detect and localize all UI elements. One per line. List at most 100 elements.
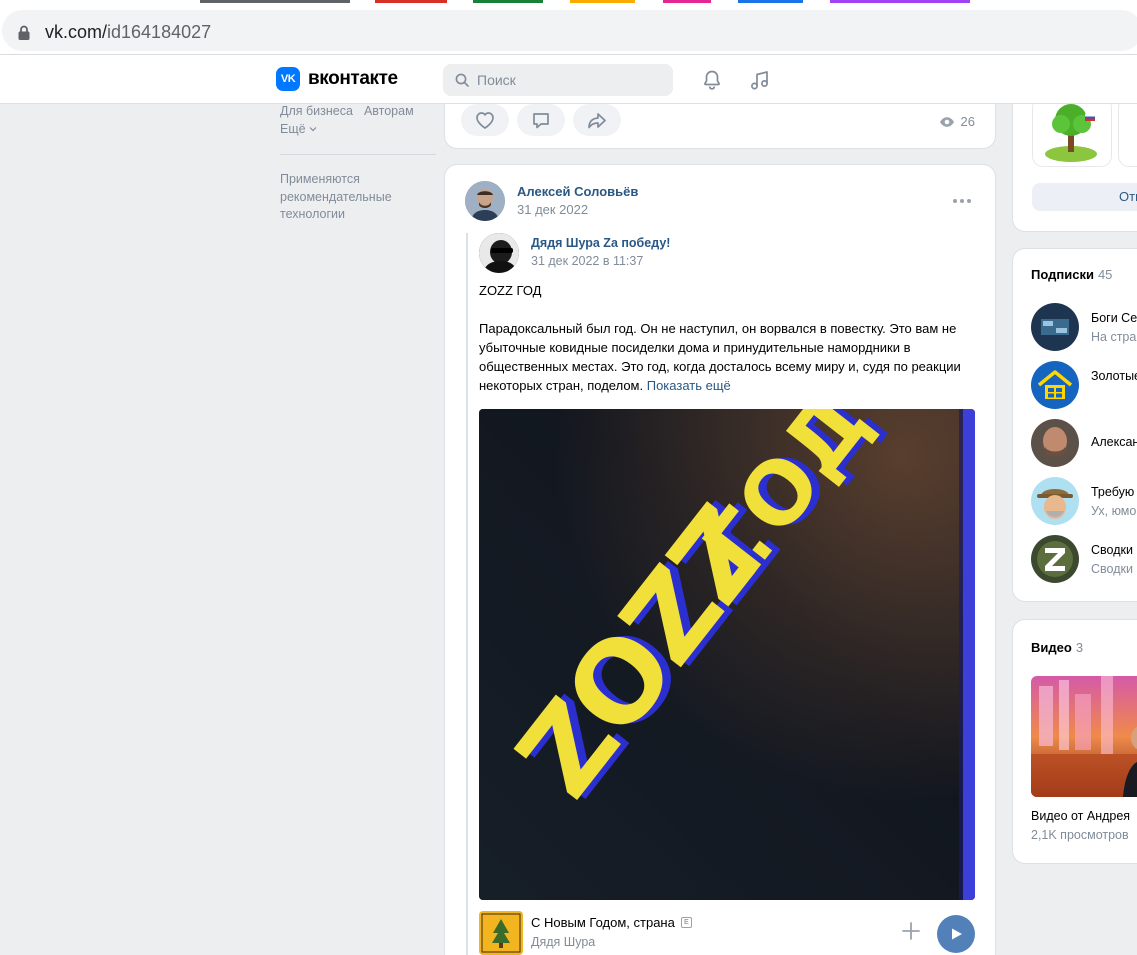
repost-indicator (466, 233, 468, 955)
subscription-name: Требую (1091, 485, 1135, 499)
videos-title: Видео (1031, 640, 1072, 655)
subscription-desc: На стра (1091, 330, 1137, 344)
vk-logo[interactable]: VK вконтакте (276, 67, 398, 91)
subscription-item[interactable]: Требую Ух, юмо (1031, 477, 1137, 525)
search-icon (455, 73, 469, 87)
subscription-item[interactable]: Алексан (1031, 419, 1137, 467)
chevron-down-icon (309, 127, 317, 132)
audio-title-text: С Новым Годом, страна (531, 915, 675, 930)
subscription-item[interactable]: Золотые (1031, 361, 1137, 409)
subscription-desc: Сводки (1091, 562, 1133, 576)
gifts-card: Отп (1013, 90, 1137, 231)
video-thumbnail-image (1031, 676, 1137, 797)
post: Алексей Соловьёв 31 дек 2022 Дядя Шура Z… (445, 165, 995, 955)
url-text[interactable]: vk.com/id164184027 (45, 22, 211, 43)
bell-icon[interactable] (700, 68, 724, 92)
search-input[interactable] (477, 64, 667, 96)
tree-gift-icon (1045, 104, 1097, 162)
tab-indicator (200, 0, 350, 3)
post-date[interactable]: 31 дек 2022 (517, 202, 588, 217)
subscription-avatar-image (1031, 303, 1079, 351)
video-thumbnail[interactable] (1031, 676, 1137, 797)
play-icon (952, 928, 962, 940)
tab-indicator (473, 0, 543, 3)
videos-count: 3 (1075, 640, 1084, 655)
browser-address-bar: vk.com/id164184027 (0, 5, 1137, 55)
repost-avatar-image (479, 233, 519, 273)
subscription-avatar (1031, 361, 1079, 409)
subscriptions-title: Подписки (1031, 267, 1094, 282)
gift-item[interactable] (1119, 98, 1137, 166)
subscriptions-count: 45 (1097, 267, 1113, 282)
video-title[interactable]: Видео от Андрея (1031, 809, 1130, 823)
left-menu-more[interactable]: Ещё (280, 122, 440, 136)
subscriptions-card: Подписки 45 Боги Се На стра Золотые Алекс… (1013, 249, 1137, 601)
subscription-name: Золотые (1091, 369, 1137, 383)
subscription-avatar-image (1031, 477, 1079, 525)
audio-track[interactable]: С Новым Годом, страна E Дядя Шура (479, 911, 979, 955)
send-gift-button[interactable]: Отп (1032, 183, 1137, 211)
plus-icon (902, 922, 920, 940)
audio-title: С Новым Годом, страна E (531, 915, 692, 930)
more-label: Ещё (280, 122, 306, 136)
subscriptions-header[interactable]: Подписки 45 (1031, 267, 1112, 282)
tab-indicator (375, 0, 447, 3)
z-letter-icon (1031, 535, 1079, 583)
comment-button[interactable] (517, 104, 565, 136)
play-button[interactable] (937, 915, 975, 953)
audio-cover-image (479, 911, 523, 955)
link-for-authors[interactable]: Авторам (364, 104, 414, 118)
subscription-name: Боги Се (1091, 311, 1137, 325)
share-icon (588, 113, 606, 129)
subscription-name: Алексан (1091, 435, 1137, 449)
vk-logo-text: вконтакте (308, 68, 398, 89)
add-audio-button[interactable] (901, 919, 921, 945)
recommendation-note[interactable]: Применяются рекомендательные технологии (280, 171, 420, 224)
subscription-avatar (1031, 535, 1079, 583)
url-path: id164184027 (107, 22, 212, 42)
author-avatar[interactable] (465, 181, 505, 221)
subscription-item[interactable]: Сводки Сводки (1031, 535, 1137, 583)
post-image-artwork: ZOZZ ZOZZ ГОД ГОД (479, 409, 975, 900)
subscription-avatar (1031, 477, 1079, 525)
show-more-link[interactable]: Показать ещё (647, 378, 731, 393)
tab-indicator (570, 0, 635, 3)
search-box[interactable] (443, 64, 673, 96)
post-image[interactable]: ZOZZ ZOZZ ГОД ГОД (479, 409, 975, 900)
post-title: ZOZZ ГОД (479, 283, 542, 298)
explicit-icon: E (680, 917, 692, 928)
vk-header: VK вконтакте (0, 55, 1137, 104)
audio-artist[interactable]: Дядя Шура (531, 935, 595, 949)
subscription-desc: Ух, юмо (1091, 504, 1137, 518)
views-count: 26 (960, 114, 975, 129)
post-text: Парадоксальный был год. Он не наступил, … (479, 319, 979, 395)
address-field[interactable]: vk.com/id164184027 (2, 10, 1137, 51)
repost-author-name[interactable]: Дядя Шура Za победу! (531, 236, 670, 250)
lock-icon (18, 25, 30, 40)
url-host: vk.com/ (45, 22, 108, 42)
house-icon (1031, 361, 1079, 409)
video-views: 2,1K просмотров (1031, 828, 1129, 842)
left-menu: Для бизнеса Авторам Ещё Применяются реко… (280, 104, 440, 224)
like-button[interactable] (461, 104, 509, 136)
audio-cover (479, 911, 523, 955)
music-icon[interactable] (748, 68, 772, 92)
author-avatar-image (465, 181, 505, 221)
subscription-avatar-image (1031, 419, 1079, 467)
share-button[interactable] (573, 104, 621, 136)
left-menu-divider (280, 154, 436, 155)
videos-header[interactable]: Видео 3 (1031, 640, 1083, 655)
subscription-avatar (1031, 303, 1079, 351)
repost-date[interactable]: 31 дек 2022 в 11:37 (531, 254, 643, 268)
link-for-business[interactable]: Для бизнеса (280, 104, 353, 118)
eye-icon (939, 116, 954, 127)
repost-author-avatar[interactable] (479, 233, 519, 273)
vk-logo-icon: VK (276, 67, 300, 91)
videos-card: Видео 3 Видео от Андрея 2,1K просмотров (1013, 620, 1137, 863)
left-menu-links: Для бизнеса Авторам (280, 104, 440, 118)
subscription-item[interactable]: Боги Се На стра (1031, 303, 1137, 351)
post-menu-button[interactable] (953, 199, 971, 203)
comment-icon (533, 113, 549, 129)
gift-item[interactable] (1033, 98, 1111, 166)
post-author-name[interactable]: Алексей Соловьёв (517, 184, 638, 199)
